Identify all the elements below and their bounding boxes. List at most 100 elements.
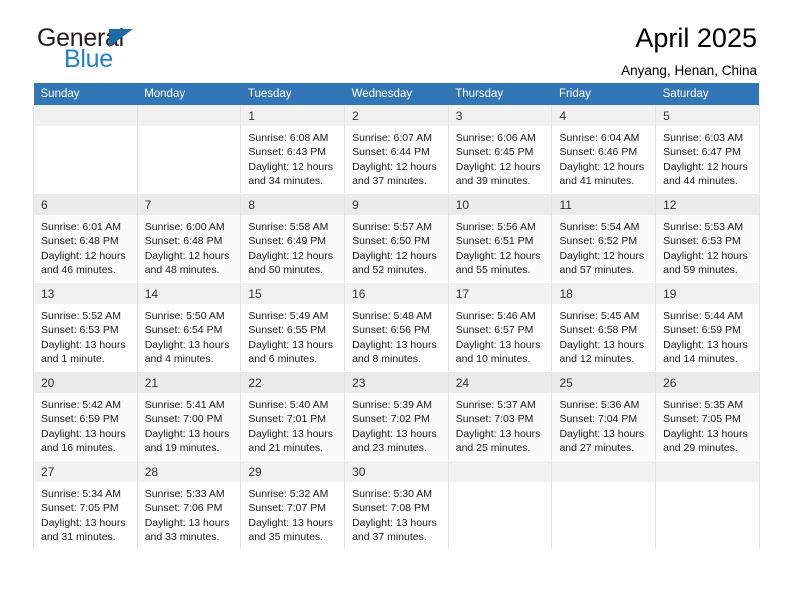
daylight-text-line2: and 14 minutes. xyxy=(663,352,738,365)
daylight-text-line1: Daylight: 12 hours xyxy=(663,249,748,262)
day-number: 15 xyxy=(241,283,345,304)
daylight-text-line1: Daylight: 13 hours xyxy=(41,427,126,440)
day-cell[interactable]: 20 Sunrise: 5:42 AM Sunset: 6:59 PM Dayl… xyxy=(33,371,138,461)
day-cell[interactable]: 28 Sunrise: 5:33 AM Sunset: 7:06 PM Dayl… xyxy=(136,460,242,550)
day-cell-empty xyxy=(447,460,553,550)
daylight-text-line1: Daylight: 13 hours xyxy=(559,427,645,440)
day-cell[interactable]: 10 Sunrise: 5:56 AM Sunset: 6:51 PM Dayl… xyxy=(447,193,553,283)
daylight-text-line2: and 50 minutes. xyxy=(248,263,324,276)
day-cell[interactable]: 14 Sunrise: 5:50 AM Sunset: 6:54 PM Dayl… xyxy=(136,282,242,372)
sunrise-text: Sunrise: 6:06 AM xyxy=(455,132,536,144)
day-details: Sunrise: 5:56 AM Sunset: 6:51 PM Dayligh… xyxy=(449,215,552,277)
day-cell[interactable]: 19 Sunrise: 5:44 AM Sunset: 6:59 PM Dayl… xyxy=(655,282,760,372)
day-cell[interactable]: 6 Sunrise: 6:01 AM Sunset: 6:48 PM Dayli… xyxy=(33,193,138,283)
day-details: Sunrise: 5:49 AM Sunset: 6:55 PM Dayligh… xyxy=(241,304,344,366)
calendar-week-row: 1 Sunrise: 6:08 AM Sunset: 6:43 PM Dayli… xyxy=(33,105,760,194)
day-cell[interactable]: 13 Sunrise: 5:52 AM Sunset: 6:53 PM Dayl… xyxy=(33,282,138,372)
day-cell[interactable]: 17 Sunrise: 5:46 AM Sunset: 6:57 PM Dayl… xyxy=(447,282,553,372)
day-details: Sunrise: 5:36 AM Sunset: 7:04 PM Dayligh… xyxy=(552,393,655,455)
day-cell[interactable]: 3 Sunrise: 6:06 AM Sunset: 6:45 PM Dayli… xyxy=(447,105,553,194)
general-blue-logo[interactable]: General Blue xyxy=(37,26,227,78)
sunset-text: Sunset: 7:04 PM xyxy=(559,413,638,426)
day-details: Sunrise: 6:06 AM Sunset: 6:45 PM Dayligh… xyxy=(449,126,552,188)
day-cell[interactable]: 21 Sunrise: 5:41 AM Sunset: 7:00 PM Dayl… xyxy=(136,371,242,461)
day-details: Sunrise: 6:08 AM Sunset: 6:43 PM Dayligh… xyxy=(241,126,344,188)
day-cell[interactable]: 5 Sunrise: 6:03 AM Sunset: 6:47 PM Dayli… xyxy=(655,105,760,194)
sunrise-text: Sunrise: 5:49 AM xyxy=(248,310,329,322)
sunrise-text: Sunrise: 5:34 AM xyxy=(41,488,121,500)
day-cell[interactable]: 7 Sunrise: 6:00 AM Sunset: 6:48 PM Dayli… xyxy=(136,193,242,283)
daylight-text-line2: and 37 minutes. xyxy=(352,174,427,187)
sunrise-text: Sunrise: 5:40 AM xyxy=(248,399,329,411)
daylight-text-line2: and 55 minutes. xyxy=(455,263,531,276)
sunrise-text: Sunrise: 6:04 AM xyxy=(559,132,640,144)
day-number xyxy=(448,461,552,482)
day-cell[interactable]: 4 Sunrise: 6:04 AM Sunset: 6:46 PM Dayli… xyxy=(551,105,657,194)
day-number xyxy=(34,105,137,126)
daylight-text-line1: Daylight: 13 hours xyxy=(144,338,230,351)
daylight-text-line2: and 59 minutes. xyxy=(663,263,738,276)
day-cell[interactable]: 16 Sunrise: 5:48 AM Sunset: 6:56 PM Dayl… xyxy=(344,282,449,372)
sunset-text: Sunset: 6:59 PM xyxy=(41,413,119,426)
sunrise-text: Sunrise: 5:52 AM xyxy=(41,310,121,322)
sunrise-text: Sunrise: 5:58 AM xyxy=(248,221,329,233)
day-cell[interactable]: 12 Sunrise: 5:53 AM Sunset: 6:53 PM Dayl… xyxy=(655,193,760,283)
page-title: April 2025 xyxy=(635,23,757,53)
day-cell[interactable]: 9 Sunrise: 5:57 AM Sunset: 6:50 PM Dayli… xyxy=(344,193,449,283)
calendar-week-row: 20 Sunrise: 5:42 AM Sunset: 6:59 PM Dayl… xyxy=(33,371,760,461)
daylight-text-line1: Daylight: 13 hours xyxy=(41,516,126,529)
daylight-text-line1: Daylight: 13 hours xyxy=(144,427,230,440)
daylight-text-line2: and 19 minutes. xyxy=(144,441,220,454)
day-cell-empty xyxy=(655,460,760,550)
daylight-text-line1: Daylight: 12 hours xyxy=(248,160,334,173)
day-number: 17 xyxy=(448,283,552,304)
day-cell[interactable]: 26 Sunrise: 5:35 AM Sunset: 7:05 PM Dayl… xyxy=(655,371,760,461)
sunrise-text: Sunrise: 6:00 AM xyxy=(144,221,225,233)
sunrise-text: Sunrise: 6:01 AM xyxy=(41,221,121,233)
location-subtitle: Anyang, Henan, China xyxy=(621,63,757,78)
day-number: 9 xyxy=(345,194,448,215)
daylight-text-line1: Daylight: 12 hours xyxy=(455,160,541,173)
day-number xyxy=(552,461,656,482)
day-cell[interactable]: 27 Sunrise: 5:34 AM Sunset: 7:05 PM Dayl… xyxy=(33,460,138,550)
logo-text-blue: Blue xyxy=(64,45,113,73)
sunset-text: Sunset: 7:03 PM xyxy=(455,413,534,426)
day-cell[interactable]: 24 Sunrise: 5:37 AM Sunset: 7:03 PM Dayl… xyxy=(447,371,553,461)
day-number: 28 xyxy=(137,461,241,482)
day-cell[interactable]: 25 Sunrise: 5:36 AM Sunset: 7:04 PM Dayl… xyxy=(551,371,657,461)
day-cell[interactable]: 1 Sunrise: 6:08 AM Sunset: 6:43 PM Dayli… xyxy=(240,105,346,194)
day-details: Sunrise: 5:41 AM Sunset: 7:00 PM Dayligh… xyxy=(138,393,241,455)
day-number xyxy=(137,105,241,126)
day-cell[interactable]: 23 Sunrise: 5:39 AM Sunset: 7:02 PM Dayl… xyxy=(344,371,449,461)
daylight-text-line1: Daylight: 13 hours xyxy=(352,427,437,440)
sunrise-text: Sunrise: 5:48 AM xyxy=(352,310,433,322)
sunset-text: Sunset: 6:49 PM xyxy=(248,235,327,248)
daylight-text-line1: Daylight: 13 hours xyxy=(352,338,437,351)
daylight-text-line2: and 6 minutes. xyxy=(248,352,318,365)
day-number: 3 xyxy=(448,105,552,126)
weekday-header-monday: Monday xyxy=(137,83,241,105)
day-number: 21 xyxy=(137,372,241,393)
day-number: 12 xyxy=(656,194,759,215)
day-cell[interactable]: 30 Sunrise: 5:30 AM Sunset: 7:08 PM Dayl… xyxy=(344,460,449,550)
daylight-text-line2: and 39 minutes. xyxy=(455,174,531,187)
day-number: 7 xyxy=(137,194,241,215)
daylight-text-line2: and 12 minutes. xyxy=(559,352,635,365)
day-details: Sunrise: 5:45 AM Sunset: 6:58 PM Dayligh… xyxy=(552,304,655,366)
sunset-text: Sunset: 6:56 PM xyxy=(352,324,430,337)
day-details: Sunrise: 5:52 AM Sunset: 6:53 PM Dayligh… xyxy=(34,304,137,366)
day-cell[interactable]: 15 Sunrise: 5:49 AM Sunset: 6:55 PM Dayl… xyxy=(240,282,346,372)
day-cell[interactable]: 22 Sunrise: 5:40 AM Sunset: 7:01 PM Dayl… xyxy=(240,371,346,461)
day-cell[interactable]: 29 Sunrise: 5:32 AM Sunset: 7:07 PM Dayl… xyxy=(240,460,346,550)
sunset-text: Sunset: 6:48 PM xyxy=(144,235,223,248)
sunset-text: Sunset: 6:53 PM xyxy=(41,324,119,337)
day-cell[interactable]: 11 Sunrise: 5:54 AM Sunset: 6:52 PM Dayl… xyxy=(551,193,657,283)
sunrise-text: Sunrise: 5:56 AM xyxy=(455,221,536,233)
day-cell[interactable]: 2 Sunrise: 6:07 AM Sunset: 6:44 PM Dayli… xyxy=(344,105,449,194)
page-header: General Blue April 2025 Anyang, Henan, C… xyxy=(33,0,759,83)
sunset-text: Sunset: 6:45 PM xyxy=(455,146,534,159)
day-cell[interactable]: 18 Sunrise: 5:45 AM Sunset: 6:58 PM Dayl… xyxy=(551,282,657,372)
daylight-text-line1: Daylight: 12 hours xyxy=(41,249,126,262)
sunset-text: Sunset: 6:52 PM xyxy=(559,235,638,248)
day-cell[interactable]: 8 Sunrise: 5:58 AM Sunset: 6:49 PM Dayli… xyxy=(240,193,346,283)
